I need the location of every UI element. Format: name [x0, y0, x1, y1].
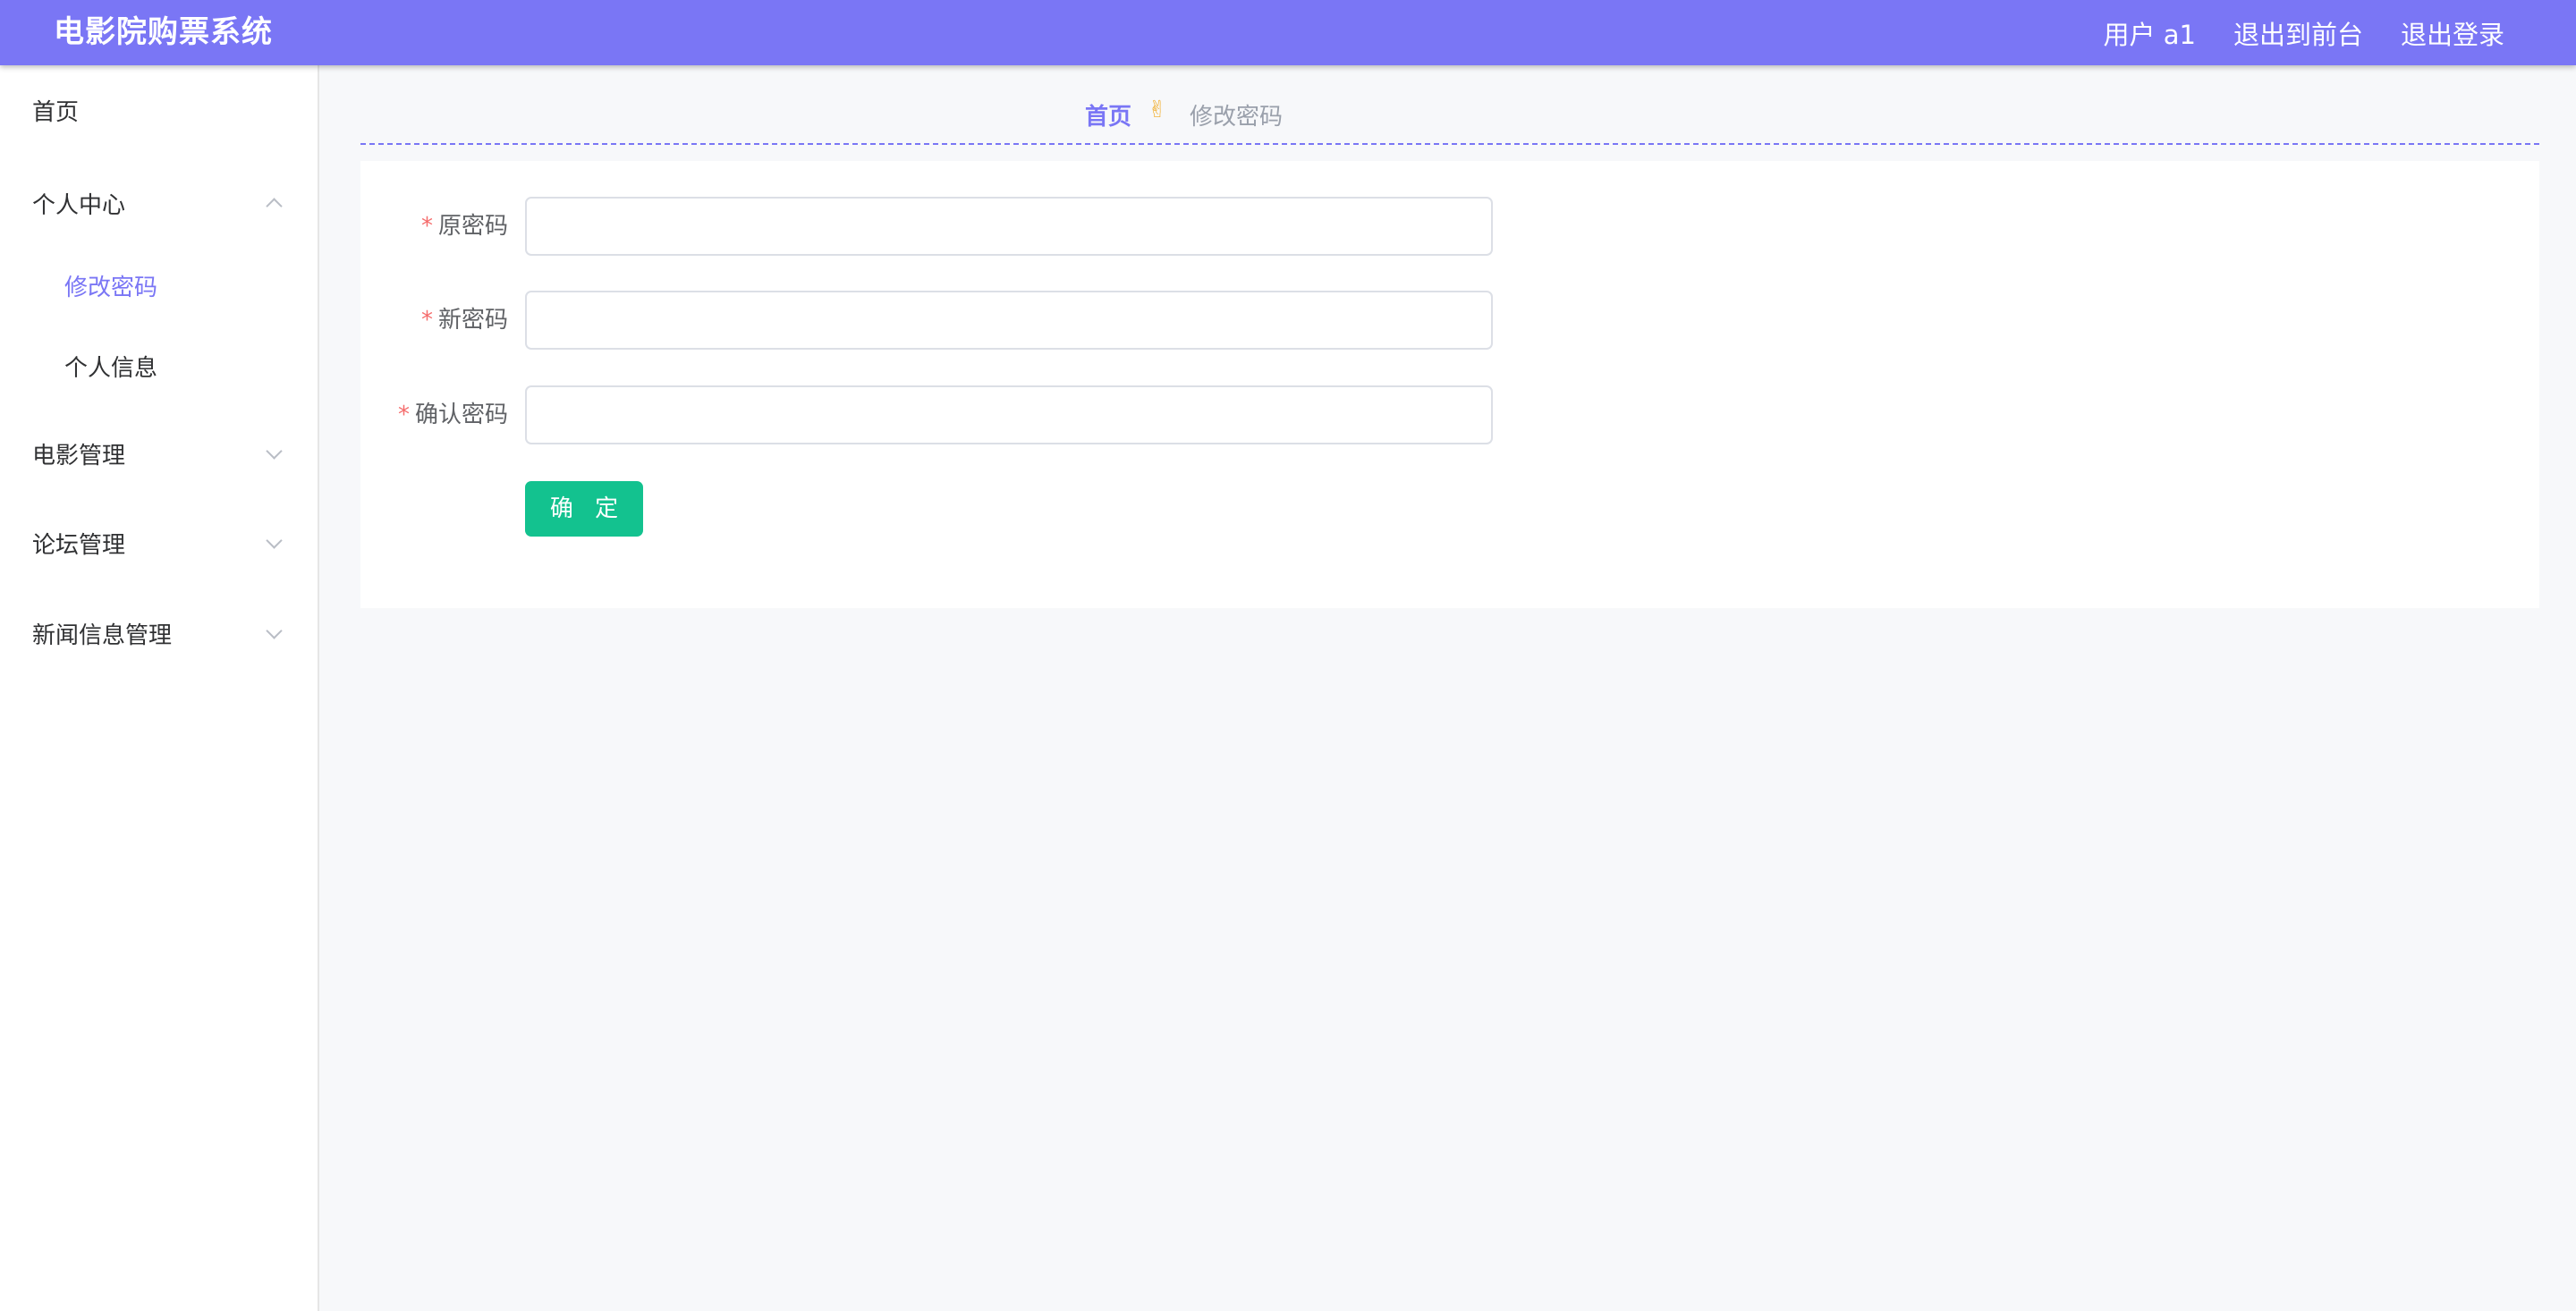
sidebar-item-home[interactable]: 首页	[0, 74, 319, 146]
header-actions: 用户 a1 退出到前台 退出登录	[2104, 0, 2504, 65]
sidebar-item-personal-center[interactable]: 个人中心	[0, 167, 319, 239]
confirm-password-label: * 确认密码	[398, 385, 508, 444]
current-user-label: 用户 a1	[2103, 19, 2196, 50]
sidebar-item-label: 首页	[32, 98, 80, 126]
logout-link[interactable]: 退出登录	[2401, 14, 2504, 52]
sidebar-item-label: 电影管理	[32, 442, 126, 469]
form-row-new-password: * 新密码	[360, 291, 2539, 350]
confirm-password-label-text: 确认密码	[414, 402, 508, 428]
breadcrumb-current: 修改密码	[1190, 104, 1284, 131]
sidebar-item-forum-management[interactable]: 论坛管理	[0, 507, 319, 579]
required-mark: *	[420, 307, 433, 334]
victory-hand-icon: ✌	[1148, 97, 1167, 123]
breadcrumb-home-link[interactable]: 首页	[1085, 98, 1131, 131]
required-mark: *	[397, 402, 410, 428]
old-password-label: * 原密码	[421, 197, 508, 256]
chevron-down-icon	[266, 531, 283, 549]
sidebar-subitem-label: 个人信息	[64, 354, 158, 382]
sidebar-menu: 首页 个人中心 修改密码 个人信息 电影管理 论坛管理 新闻信息管理	[0, 65, 319, 1311]
form-row-old-password: * 原密码	[360, 197, 2539, 256]
old-password-label-text: 原密码	[437, 213, 508, 240]
form-row-confirm-password: * 确认密码	[360, 385, 2539, 444]
exit-to-front-link[interactable]: 退出到前台	[2233, 14, 2363, 52]
sidebar-subitem-change-password[interactable]: 修改密码	[0, 250, 319, 321]
app-title: 电影院购票系统	[54, 14, 273, 50]
sidebar-item-label: 新闻信息管理	[32, 622, 173, 649]
change-password-form: * 原密码 * 新密码 * 确认密码 确 定	[360, 161, 2539, 608]
submit-button[interactable]: 确 定	[525, 481, 643, 537]
chevron-down-icon	[266, 622, 283, 639]
sidebar-subitem-label: 修改密码	[64, 274, 158, 301]
new-password-label-text: 新密码	[437, 307, 508, 334]
chevron-up-icon	[266, 197, 283, 215]
new-password-input[interactable]	[525, 291, 1493, 350]
sidebar-subitem-personal-info[interactable]: 个人信息	[0, 330, 319, 402]
sidebar-item-label: 论坛管理	[32, 531, 126, 559]
confirm-password-input[interactable]	[525, 385, 1493, 444]
breadcrumb: 首页 ✌ 修改密码	[360, 89, 2539, 145]
sidebar-item-label: 个人中心	[32, 191, 126, 219]
required-mark: *	[420, 213, 433, 240]
sidebar-item-news-management[interactable]: 新闻信息管理	[0, 597, 319, 669]
top-header: 电影院购票系统 用户 a1 退出到前台 退出登录	[0, 0, 2576, 65]
sidebar-item-movie-management[interactable]: 电影管理	[0, 418, 319, 489]
new-password-label: * 新密码	[421, 291, 508, 350]
old-password-input[interactable]	[525, 197, 1493, 256]
chevron-down-icon	[266, 442, 283, 460]
